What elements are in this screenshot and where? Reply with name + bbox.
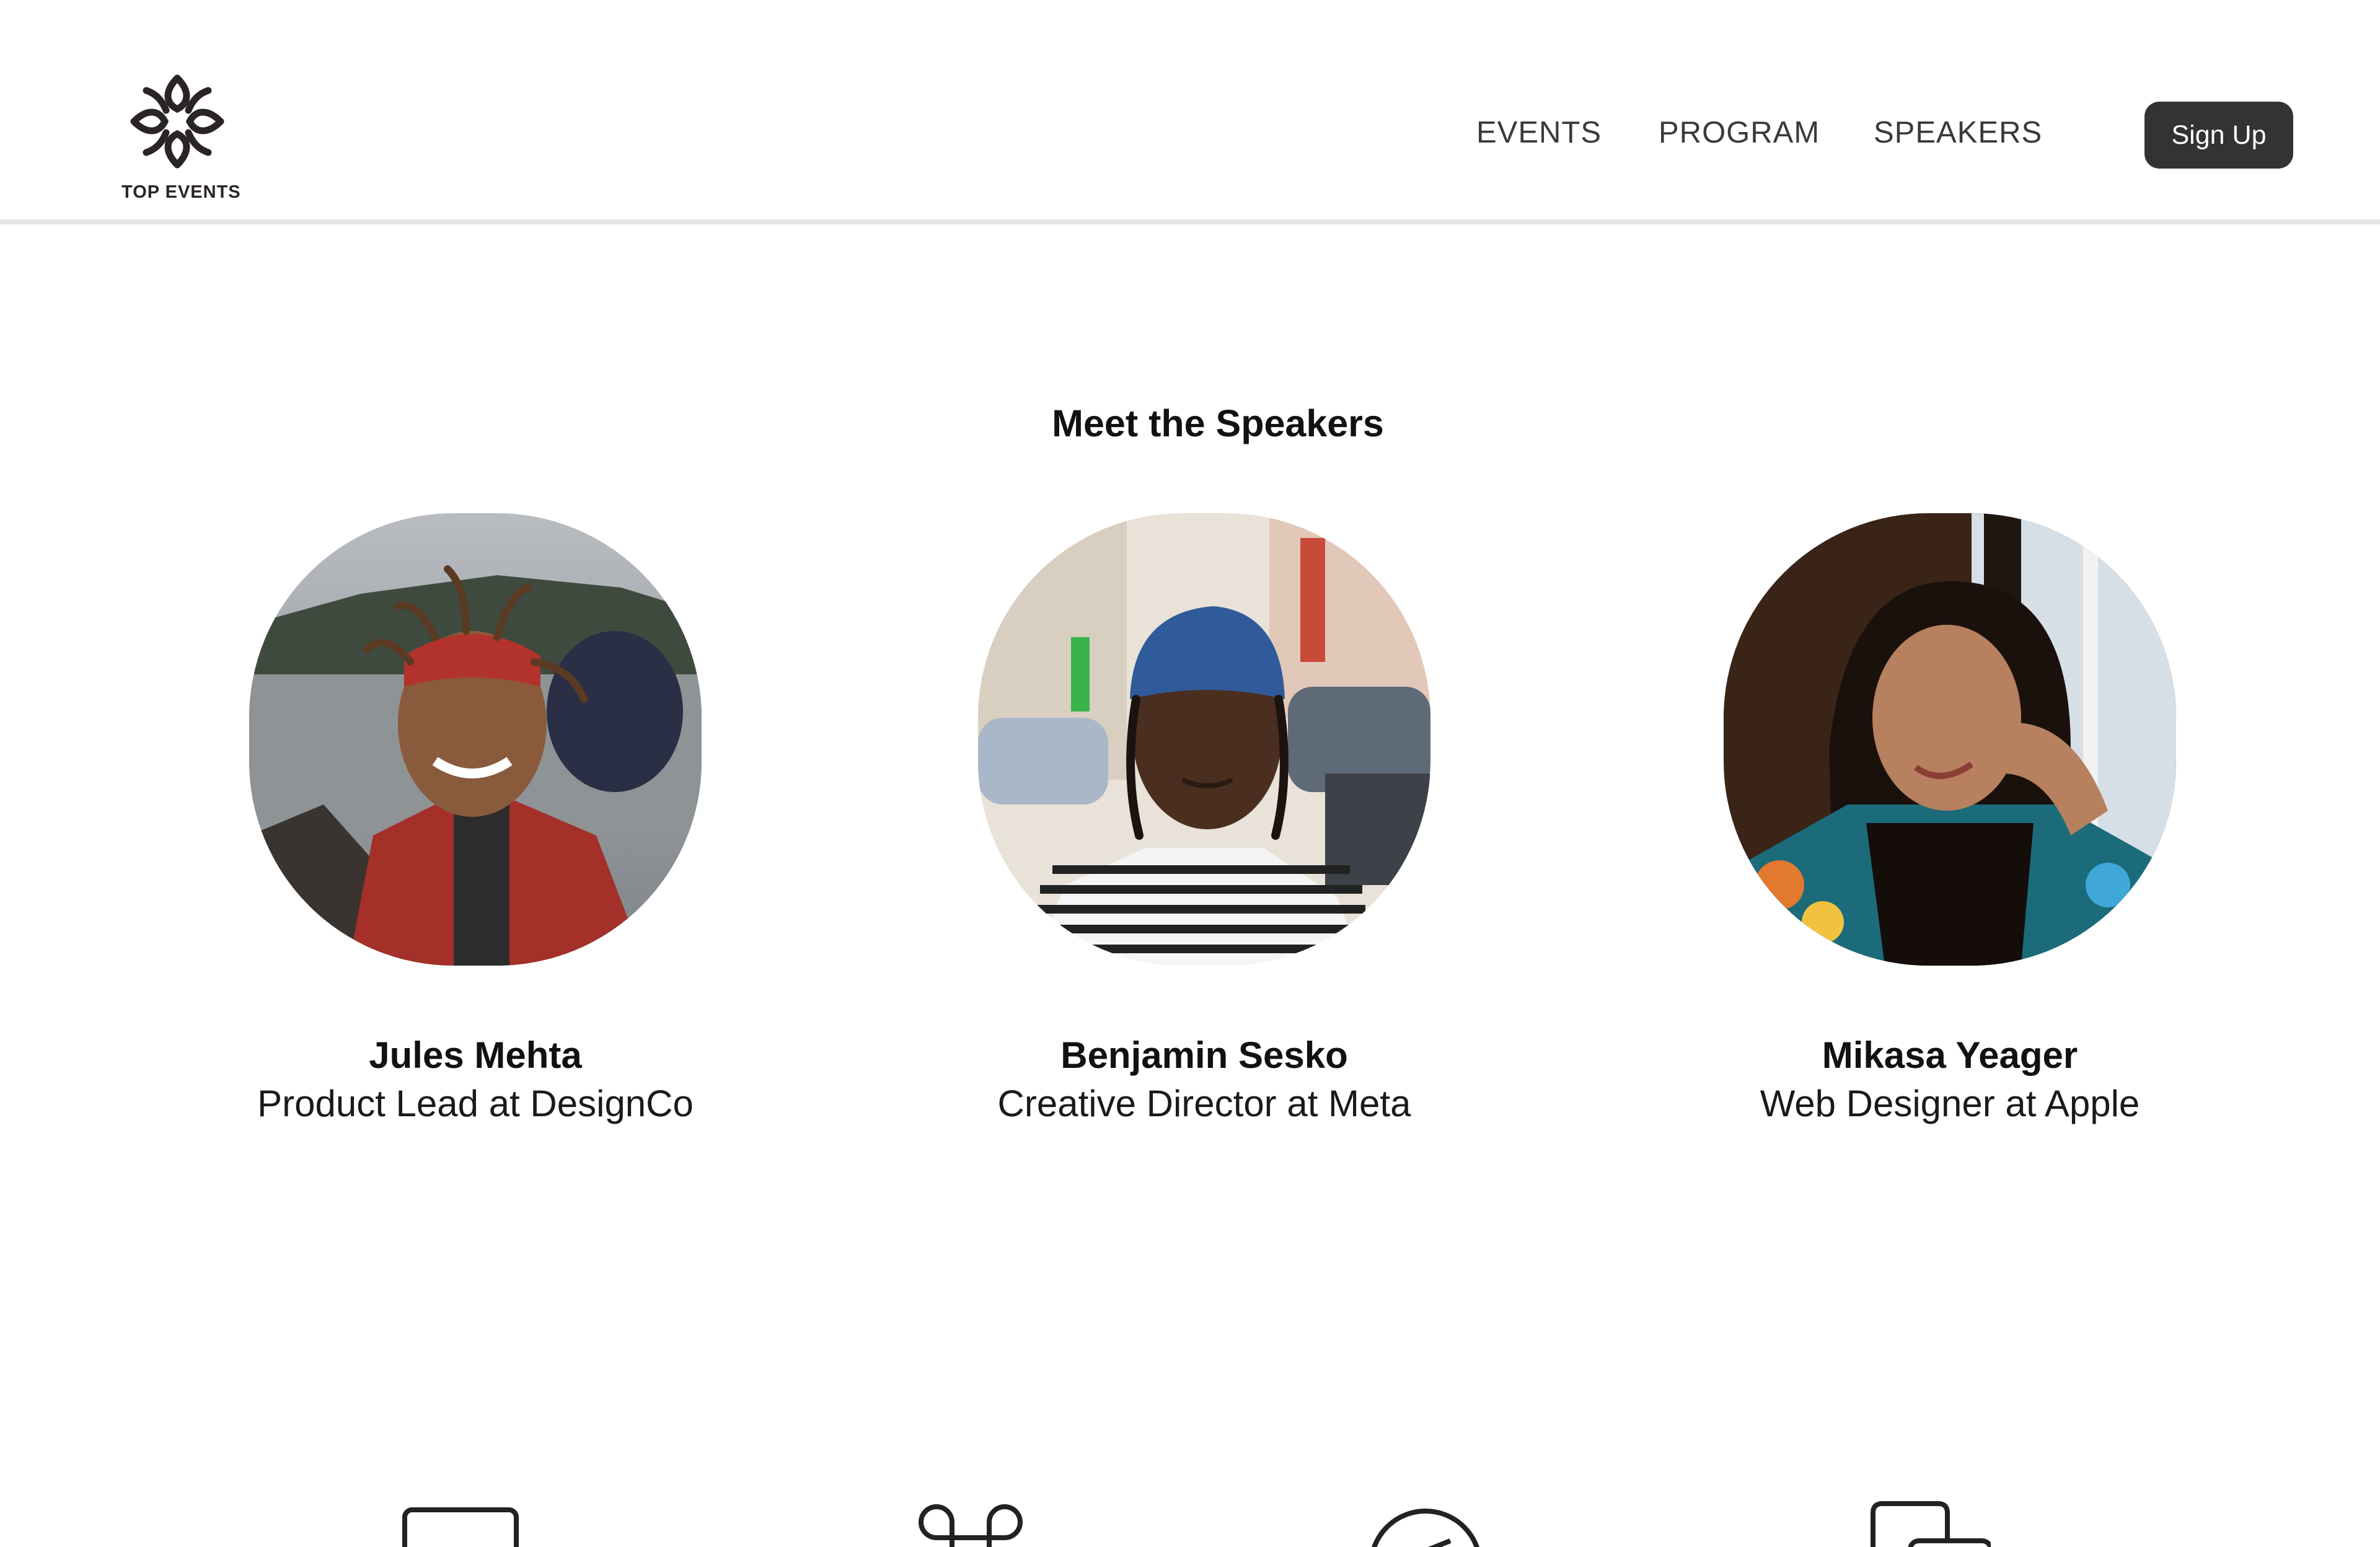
logo-text: TOP EVENTS: [121, 182, 241, 202]
logo[interactable]: TOP EVENTS: [121, 66, 240, 202]
speaker-name: Jules Mehta: [369, 1034, 582, 1076]
speaker-photo: [1724, 513, 2176, 966]
site-header: TOP EVENTS EVENTS PROGRAM SPEAKERS Sign …: [0, 0, 2380, 224]
monitor-icon: [402, 1497, 526, 1547]
command-icon: [915, 1497, 1026, 1547]
speaker-role: Web Designer at Apple: [1760, 1083, 2140, 1124]
speaker-role: Product Lead at DesignCo: [257, 1083, 694, 1124]
signup-button[interactable]: Sign Up: [2144, 102, 2293, 169]
compass-icon: [1364, 1497, 1488, 1547]
nav-events-link[interactable]: EVENTS: [1476, 115, 1602, 150]
speaker-photo: [249, 513, 702, 966]
nav-speakers-link[interactable]: SPEAKERS: [1874, 115, 2042, 150]
speaker-name: Mikasa Yeager: [1822, 1034, 2078, 1076]
devices-icon: [1867, 1497, 1991, 1547]
section-title: Meet the Speakers: [1052, 402, 1384, 444]
speaker-photo: [978, 513, 1430, 966]
logo-icon: [130, 74, 224, 169]
nav-program-link[interactable]: PROGRAM: [1659, 115, 1820, 150]
speaker-name: Benjamin Sesko: [1060, 1034, 1348, 1076]
speaker-role: Creative Director at Meta: [997, 1083, 1411, 1124]
